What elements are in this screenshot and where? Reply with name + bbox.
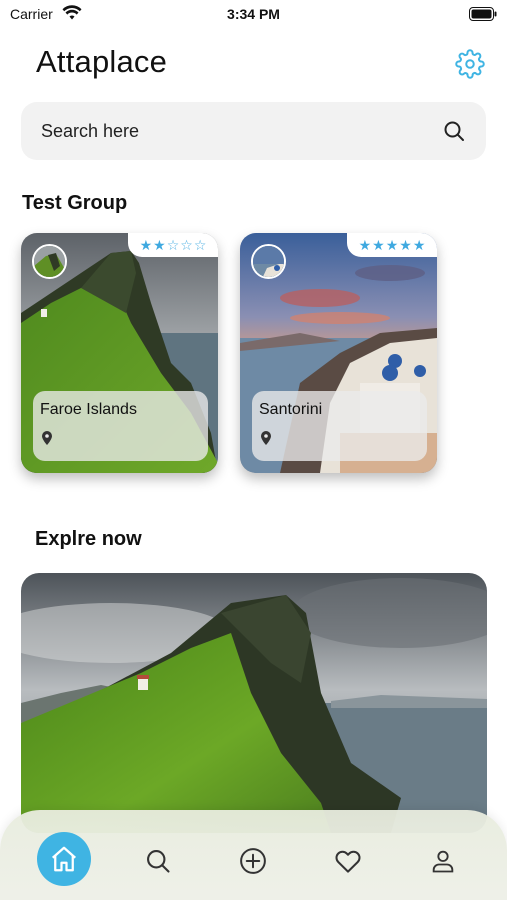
explore-title: Explre now: [35, 528, 142, 550]
location-pin-icon: [42, 431, 52, 445]
battery-icon: [469, 7, 497, 21]
star-filled-icon: ★: [385, 236, 399, 253]
rating-stars: ★ ★ ★ ★ ★: [347, 233, 437, 257]
star-filled-icon: ★: [153, 236, 166, 253]
settings-button[interactable]: [454, 48, 486, 80]
place-name: Faroe Islands: [40, 401, 137, 418]
avatar: [32, 244, 67, 279]
star-filled-icon: ★: [372, 236, 385, 253]
search-bar[interactable]: [21, 102, 486, 160]
app-title: Attaplace: [36, 44, 168, 79]
place-name: Santorini: [259, 401, 323, 418]
star-filled-icon: ★: [139, 236, 153, 253]
place-card-santorini[interactable]: ★ ★ ★ ★ ★ Santorini: [240, 233, 437, 473]
nav-profile-button[interactable]: [416, 834, 470, 888]
search-input[interactable]: [41, 102, 421, 160]
add-icon: [240, 848, 266, 874]
star-empty-icon: ☆: [180, 236, 193, 253]
avatar: [251, 244, 286, 279]
explore-card[interactable]: [21, 573, 487, 833]
nav-add-button[interactable]: [226, 834, 280, 888]
group-title: Test Group: [22, 192, 128, 214]
bottom-nav: [0, 810, 507, 900]
clock: 3:34 PM: [227, 6, 280, 22]
card-info-panel: Santorini: [252, 391, 427, 461]
nav-favorites-button[interactable]: [321, 834, 375, 888]
star-empty-icon: ☆: [166, 236, 180, 253]
rating-stars: ★ ★ ☆ ☆ ☆: [128, 233, 218, 257]
star-filled-icon: ★: [412, 236, 426, 253]
explore-image: [21, 573, 487, 833]
location-pin-icon: [261, 431, 271, 445]
nav-search-button[interactable]: [131, 834, 185, 888]
profile-icon: [432, 850, 454, 873]
search-icon: [147, 850, 170, 873]
place-card-faroe-islands[interactable]: ★ ★ ☆ ☆ ☆ Faroe Islands: [21, 233, 218, 473]
heart-icon: [335, 850, 361, 873]
gear-icon: [455, 49, 485, 79]
nav-home-button[interactable]: [37, 832, 91, 886]
home-icon: [52, 846, 76, 872]
search-icon[interactable]: [442, 119, 466, 143]
star-filled-icon: ★: [358, 236, 372, 253]
status-bar: Carrier 3:34 PM: [0, 0, 507, 30]
star-filled-icon: ★: [399, 236, 412, 253]
star-empty-icon: ☆: [193, 236, 207, 253]
card-info-panel: Faroe Islands: [33, 391, 208, 461]
